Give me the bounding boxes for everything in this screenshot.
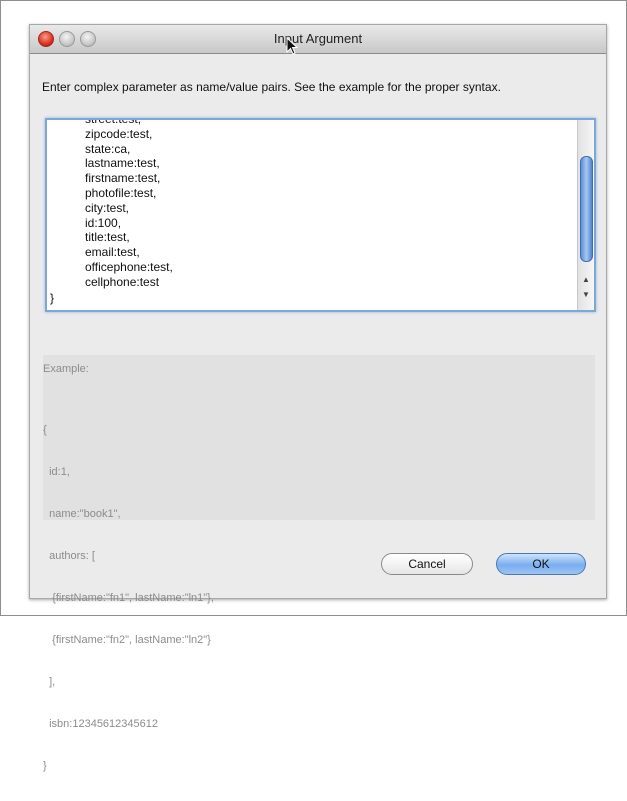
text-cursor-line: } [50,291,55,305]
example-line: name:"book1", [43,508,121,520]
text-line: firstname:test, [85,171,161,186]
example-line: id:1, [43,466,70,478]
text-line: officephone:test, [85,259,173,274]
instruction-text: Enter complex parameter as name/value pa… [42,80,501,94]
text-line: photofile:test, [85,185,157,200]
scroll-up-arrow-icon[interactable]: ▲ [582,275,590,284]
example-label: Example: [43,363,89,375]
example-line: isbn:12345612345612 [43,718,158,730]
textarea-content: street:test, zipcode:test, state:ca, las… [85,118,173,290]
text-line: cellphone:test [85,274,160,289]
scroll-down-arrow-icon[interactable]: ▼ [582,290,590,299]
example-line: { [43,424,47,436]
input-argument-dialog: Input Argument Enter complex parameter a… [29,24,607,772]
example-line: {firstName:"fn2", lastName:"ln2"} [43,634,211,646]
example-line: {firstName:"fn1", lastName:"ln1"}, [43,592,214,604]
example-panel: Example: { id:1, name:"book1", authors: … [43,355,595,772]
scrollbar-thumb[interactable] [580,156,593,262]
text-line: title:test, [85,230,130,245]
text-line: id:100, [85,215,122,230]
example-line: ], [43,676,56,688]
vertical-scrollbar[interactable]: ▲ ▼ [577,120,594,310]
example-code: { id:1, name:"book1", authors: [ {firstN… [43,395,214,801]
text-line: city:test, [85,200,130,215]
mouse-pointer-icon [286,37,299,55]
screenshot-frame: Input Argument Enter complex parameter a… [0,0,627,772]
example-line: } [43,760,47,772]
example-line: authors: [ [43,550,95,562]
text-line: zipcode:test, [85,126,153,141]
cancel-button[interactable]: Cancel [381,553,473,575]
ok-button[interactable]: OK [496,553,586,575]
text-line: email:test, [85,245,140,260]
text-line: street:test, [85,118,142,126]
window-title: Input Argument [273,31,363,46]
text-line: lastname:test, [85,156,160,171]
parameter-textarea[interactable]: street:test, zipcode:test, state:ca, las… [45,118,596,312]
window-titlebar[interactable]: Input Argument [30,25,606,55]
text-line: state:ca, [85,141,131,156]
